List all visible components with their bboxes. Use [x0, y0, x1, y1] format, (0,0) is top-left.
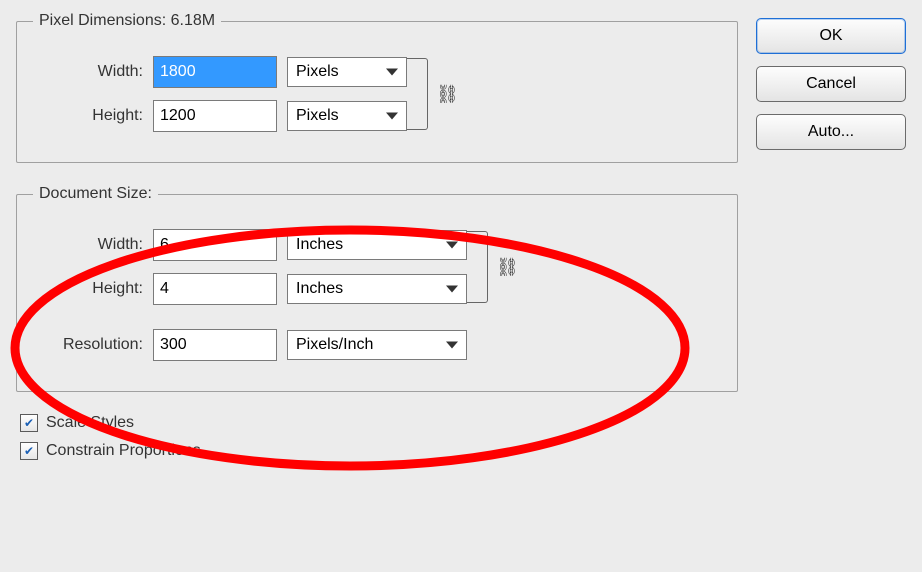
resolution-label: Resolution: [33, 336, 143, 354]
resolution-unit-value: Pixels/Inch [296, 336, 373, 354]
document-size-group: Document Size: Width: Inches Height: [16, 185, 738, 392]
chevron-down-icon [446, 242, 458, 249]
constrain-proportions-checkbox[interactable]: ✔ [20, 442, 38, 460]
doc-width-unit-select[interactable]: Inches [287, 230, 467, 260]
pixel-dimensions-legend: Pixel Dimensions: 6.18M [33, 12, 221, 30]
doc-height-unit-select[interactable]: Inches [287, 274, 467, 304]
doc-width-unit-value: Inches [296, 236, 343, 254]
chevron-down-icon [446, 342, 458, 349]
resolution-input[interactable] [153, 329, 277, 361]
pixel-height-label: Height: [33, 107, 143, 125]
pixel-width-input[interactable] [153, 56, 277, 88]
pixel-width-unit-value: Pixels [296, 63, 339, 81]
constrain-link-icon[interactable]: ⛓ [436, 84, 459, 105]
chevron-down-icon [386, 113, 398, 120]
chevron-down-icon [446, 286, 458, 293]
doc-width-label: Width: [33, 236, 143, 254]
pixel-height-input[interactable] [153, 100, 277, 132]
doc-height-label: Height: [33, 280, 143, 298]
auto-button[interactable]: Auto... [756, 114, 906, 150]
document-size-legend: Document Size: [33, 185, 158, 203]
cancel-button[interactable]: Cancel [756, 66, 906, 102]
doc-height-input[interactable] [153, 273, 277, 305]
pixel-width-unit-select[interactable]: Pixels [287, 57, 407, 87]
doc-width-input[interactable] [153, 229, 277, 261]
pixel-dimensions-group: Pixel Dimensions: 6.18M Width: Pixels He… [16, 12, 738, 163]
pixel-width-label: Width: [33, 63, 143, 81]
ok-button[interactable]: OK [756, 18, 906, 54]
constrain-link-icon[interactable]: ⛓ [496, 257, 519, 278]
scale-styles-label: Scale Styles [46, 414, 134, 432]
pixel-height-unit-select[interactable]: Pixels [287, 101, 407, 131]
chevron-down-icon [386, 69, 398, 76]
doc-height-unit-value: Inches [296, 280, 343, 298]
scale-styles-checkbox[interactable]: ✔ [20, 414, 38, 432]
pixel-height-unit-value: Pixels [296, 107, 339, 125]
constrain-proportions-label: Constrain Proportions [46, 442, 201, 460]
resolution-unit-select[interactable]: Pixels/Inch [287, 330, 467, 360]
